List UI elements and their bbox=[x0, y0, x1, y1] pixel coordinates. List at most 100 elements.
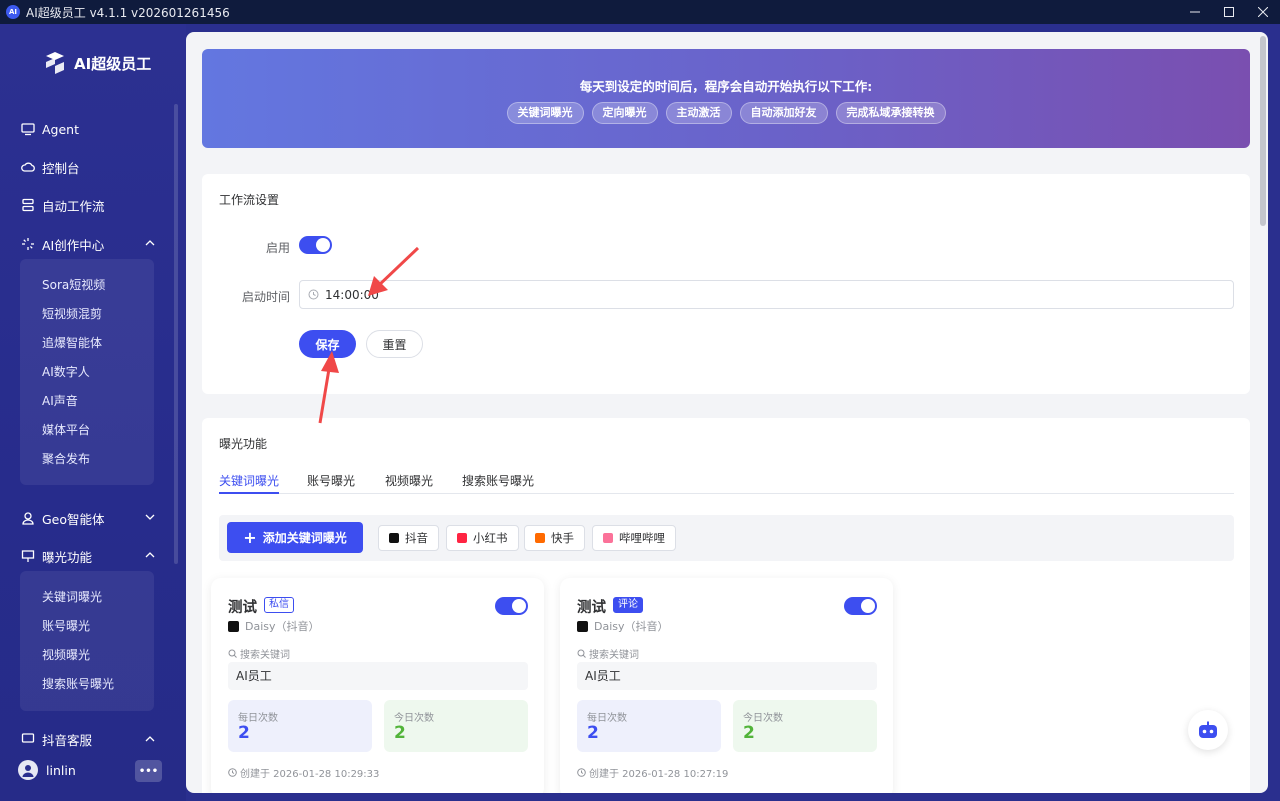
daily-count-stat: 每日次数 2 bbox=[577, 700, 721, 752]
info-banner: 每天到设定的时间后，程序会自动开始执行以下工作: 关键词曝光 定向曝光 主动激活… bbox=[202, 49, 1250, 148]
sidebar-submenu-ai-creation: Sora短视频 短视频混剪 追爆智能体 AI数字人 AI声音 媒体平台 聚合发布 bbox=[20, 259, 154, 485]
workflow-settings-title: 工作流设置 bbox=[219, 193, 280, 207]
sidebar-subitem-search-account-exposure[interactable]: 搜索账号曝光 bbox=[20, 669, 154, 698]
tab-account-exposure[interactable]: 账号曝光 bbox=[307, 472, 355, 494]
window-titlebar: AI AI超级员工 v4.1.1 v202601261456 bbox=[0, 0, 1280, 24]
bilibili-icon bbox=[603, 533, 613, 543]
sidebar-subitem-keyword-exposure[interactable]: 关键词曝光 bbox=[20, 582, 154, 611]
sidebar-subitem-aggregate-publish[interactable]: 聚合发布 bbox=[20, 444, 154, 473]
douyin-icon bbox=[577, 620, 588, 632]
douyin-icon bbox=[389, 533, 399, 543]
sidebar-item-exposure[interactable]: 曝光功能 bbox=[0, 541, 170, 571]
monitor-icon bbox=[20, 121, 36, 137]
sparkle-icon bbox=[20, 236, 36, 252]
douyin-icon bbox=[228, 620, 239, 632]
clock-icon bbox=[228, 768, 237, 777]
sidebar-item-workflow[interactable]: 自动工作流 bbox=[0, 190, 170, 220]
close-icon bbox=[1258, 7, 1268, 17]
assistant-bot-button[interactable] bbox=[1188, 710, 1228, 750]
user-icon bbox=[20, 510, 36, 526]
chevron-up-icon bbox=[145, 240, 155, 246]
daily-count-stat: 每日次数 2 bbox=[228, 700, 372, 752]
banner-title: 每天到设定的时间后，程序会自动开始执行以下工作: bbox=[579, 79, 873, 94]
window-title: AI超级员工 v4.1.1 v202601261456 bbox=[26, 5, 230, 20]
sidebar-scrollbar[interactable] bbox=[174, 104, 178, 564]
add-keyword-exposure-button[interactable]: + 添加关键词曝光 bbox=[227, 522, 363, 553]
search-keyword-label: 搜索关键词 bbox=[577, 646, 639, 661]
sidebar-subitem-short-video-mix[interactable]: 短视频混剪 bbox=[20, 299, 154, 328]
platform-filter-kuaishou[interactable]: 快手 bbox=[524, 525, 585, 551]
enable-label: 启用 bbox=[265, 241, 290, 255]
task-name: 测试 bbox=[577, 600, 606, 616]
workflow-icon bbox=[20, 197, 36, 213]
sidebar-item-console[interactable]: 控制台 bbox=[0, 152, 170, 182]
start-time-input[interactable]: 14:00:00 bbox=[299, 280, 1234, 309]
platform-filter-bilibili[interactable]: 哔哩哔哩 bbox=[592, 525, 676, 551]
task-card[interactable]: 测试 私信 Daisy（抖音） 搜索关键词 AI员工 每日次数 2 今日次数 2 bbox=[211, 578, 544, 793]
sidebar-submenu-exposure: 关键词曝光 账号曝光 视频曝光 搜索账号曝光 bbox=[20, 571, 154, 711]
task-enable-switch[interactable] bbox=[495, 597, 528, 615]
task-created-time: 创建于 2026-01-28 10:29:33 bbox=[228, 765, 379, 780]
task-enable-switch[interactable] bbox=[844, 597, 877, 615]
task-card[interactable]: 测试 评论 Daisy（抖音） 搜索关键词 AI员工 每日次数 2 今日次数 2 bbox=[560, 578, 893, 793]
today-count-stat: 今日次数 2 bbox=[733, 700, 877, 752]
banner-tag: 定向曝光 bbox=[591, 102, 658, 124]
clock-icon bbox=[577, 768, 586, 777]
workflow-settings-card: 工作流设置 启用 启动时间 14:00:00 保存 重置 bbox=[202, 174, 1250, 394]
more-button[interactable]: ••• bbox=[135, 760, 162, 782]
app-logo-icon: AI bbox=[6, 5, 20, 19]
platform-filter-douyin[interactable]: 抖音 bbox=[378, 525, 439, 551]
sidebar-subitem-ai-voice[interactable]: AI声音 bbox=[20, 386, 154, 415]
tab-keyword-exposure[interactable]: 关键词曝光 bbox=[219, 472, 280, 494]
start-time-value: 14:00:00 bbox=[325, 287, 379, 302]
sidebar-item-douyin-service[interactable]: 抖音客服 bbox=[0, 729, 170, 749]
chat-icon bbox=[20, 731, 36, 747]
banner-tag: 主动激活 bbox=[665, 102, 732, 124]
minimize-button[interactable] bbox=[1178, 0, 1212, 24]
sidebar-subitem-video-exposure[interactable]: 视频曝光 bbox=[20, 640, 154, 669]
sidebar-item-agent[interactable]: Agent bbox=[0, 114, 170, 144]
enable-switch[interactable] bbox=[299, 236, 332, 254]
task-keyword: AI员工 bbox=[228, 662, 528, 690]
cloud-icon bbox=[20, 159, 36, 175]
xiaohongshu-icon bbox=[457, 533, 467, 543]
task-keyword: AI员工 bbox=[577, 662, 877, 690]
exposure-tabs: 关键词曝光 账号曝光 视频曝光 搜索账号曝光 bbox=[219, 472, 1234, 494]
tab-search-account-exposure[interactable]: 搜索账号曝光 bbox=[462, 472, 534, 494]
clock-icon bbox=[308, 289, 319, 300]
platform-filter-xiaohongshu[interactable]: 小红书 bbox=[446, 525, 519, 551]
sidebar-subitem-digital-human[interactable]: AI数字人 bbox=[20, 357, 154, 386]
tab-video-exposure[interactable]: 视频曝光 bbox=[385, 472, 433, 494]
presentation-icon bbox=[20, 548, 36, 564]
sidebar: AI超级员工 Agent 控制台 自动工作流 AI创作中心 Sora短视频 短视… bbox=[0, 24, 186, 801]
maximize-button[interactable] bbox=[1212, 0, 1246, 24]
avatar bbox=[18, 760, 38, 780]
sidebar-subitem-sora[interactable]: Sora短视频 bbox=[20, 270, 154, 299]
close-button[interactable] bbox=[1246, 0, 1280, 24]
banner-tag: 完成私域承接转换 bbox=[835, 102, 946, 124]
task-name: 测试 bbox=[228, 600, 257, 616]
sidebar-subitem-media-platform[interactable]: 媒体平台 bbox=[20, 415, 154, 444]
task-created-time: 创建于 2026-01-28 10:27:19 bbox=[577, 765, 728, 780]
reset-button[interactable]: 重置 bbox=[366, 330, 423, 358]
user-profile[interactable]: linlin bbox=[18, 760, 76, 780]
user-avatar-icon bbox=[22, 765, 34, 777]
banner-tags: 关键词曝光 定向曝光 主动激活 自动添加好友 完成私域承接转换 bbox=[202, 102, 1250, 124]
banner-tag: 自动添加好友 bbox=[739, 102, 828, 124]
exposure-toolbar: + 添加关键词曝光 抖音 小红书 快手 哔哩哔哩 bbox=[219, 515, 1234, 561]
brand[interactable]: AI超级员工 bbox=[42, 50, 151, 76]
sidebar-subitem-viral-agent[interactable]: 追爆智能体 bbox=[20, 328, 154, 357]
main-content: 每天到设定的时间后，程序会自动开始执行以下工作: 关键词曝光 定向曝光 主动激活… bbox=[186, 32, 1268, 793]
sidebar-item-ai-creation[interactable]: AI创作中心 bbox=[0, 229, 170, 259]
maximize-icon bbox=[1224, 7, 1234, 17]
banner-tag: 关键词曝光 bbox=[506, 102, 584, 124]
start-time-label: 启动时间 bbox=[241, 290, 290, 304]
user-name: linlin bbox=[46, 762, 76, 778]
chevron-up-icon bbox=[145, 736, 155, 742]
sidebar-item-geo-agent[interactable]: Geo智能体 bbox=[0, 503, 170, 533]
brand-name: AI超级员工 bbox=[74, 54, 152, 73]
main-scrollbar[interactable] bbox=[1260, 36, 1266, 226]
save-button[interactable]: 保存 bbox=[299, 330, 356, 358]
plus-icon: + bbox=[243, 527, 257, 547]
sidebar-subitem-account-exposure[interactable]: 账号曝光 bbox=[20, 611, 154, 640]
